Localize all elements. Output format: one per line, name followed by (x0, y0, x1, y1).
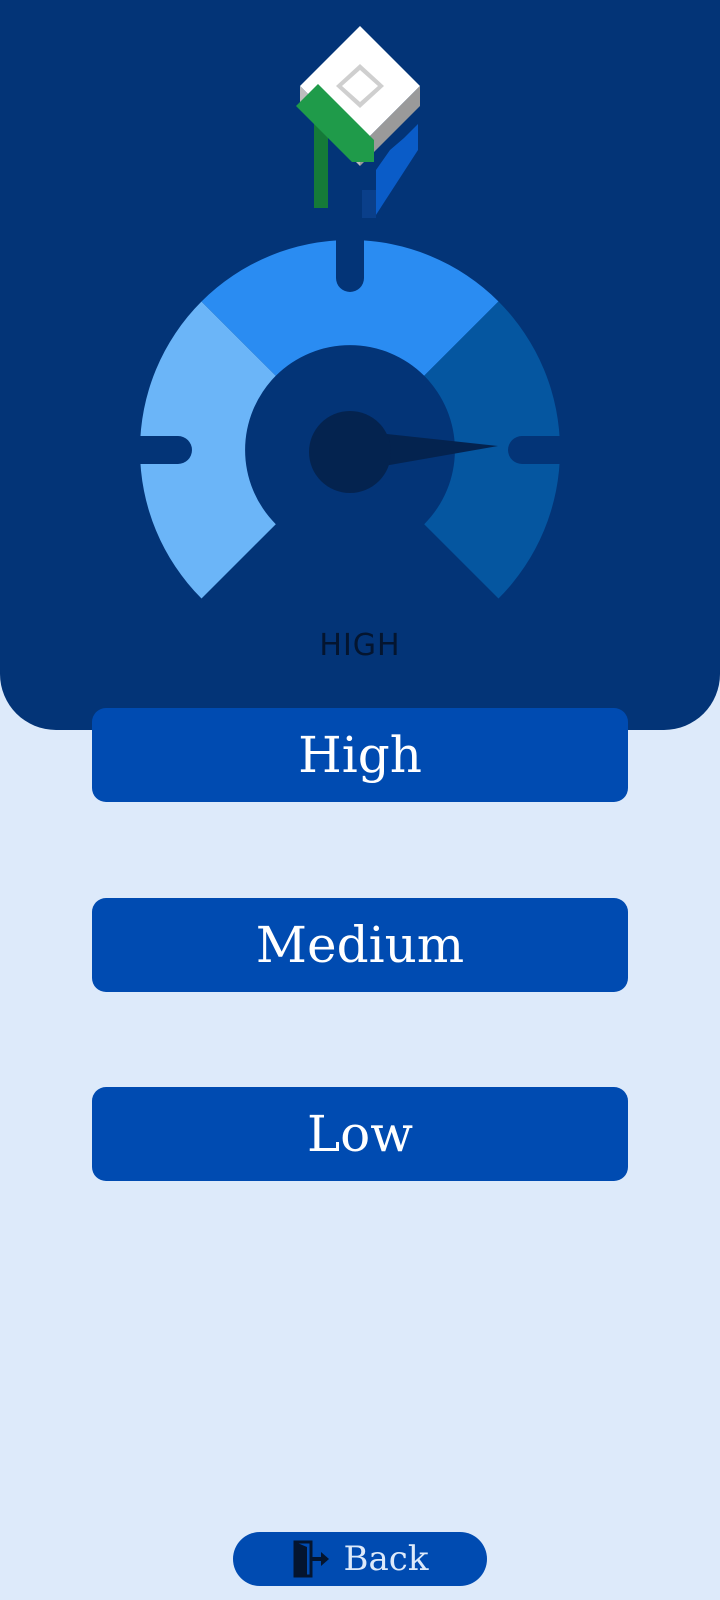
header-panel: HIGH (0, 0, 720, 730)
medium-level-button[interactable]: Medium (92, 898, 628, 992)
high-level-button[interactable]: High (92, 708, 628, 802)
gauge-level-label: HIGH (319, 628, 401, 663)
exit-door-icon (293, 1540, 329, 1578)
back-button-label: Back (343, 1539, 429, 1579)
low-level-button[interactable]: Low (92, 1087, 628, 1181)
level-gauge (140, 240, 580, 599)
app-logo (296, 26, 420, 218)
gauge-tick-top (336, 240, 364, 292)
back-button[interactable]: Back (233, 1532, 487, 1586)
gauge-tick-left (140, 436, 192, 464)
gauge-tick-right (508, 436, 580, 464)
